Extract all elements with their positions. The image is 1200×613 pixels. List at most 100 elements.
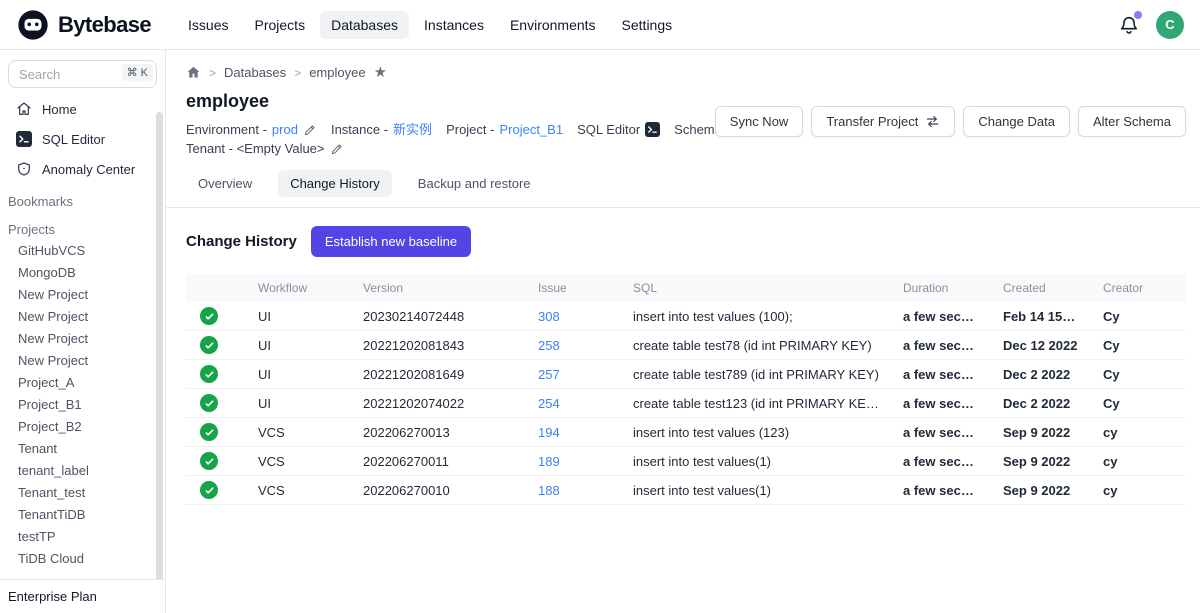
tab[interactable]: Change History bbox=[278, 170, 392, 197]
cell-created: Dec 2 2022 bbox=[991, 367, 1091, 382]
meta-environment: Environment - prod bbox=[186, 120, 317, 139]
project-link[interactable]: Project_B1 bbox=[499, 120, 563, 139]
cell-duration: a few seconds bbox=[891, 454, 991, 469]
cell-issue-link[interactable]: 257 bbox=[526, 367, 621, 382]
breadcrumb-databases[interactable]: Databases bbox=[224, 65, 286, 80]
cell-issue-link[interactable]: 254 bbox=[526, 396, 621, 411]
cell-duration: a few seconds bbox=[891, 309, 991, 324]
sidebar-project-item[interactable]: testTP bbox=[0, 526, 165, 548]
establish-baseline-button[interactable]: Establish new baseline bbox=[311, 226, 471, 257]
cell-sql: insert into test values(1) bbox=[621, 483, 891, 498]
sidebar-project-item[interactable]: MongoDB bbox=[0, 262, 165, 284]
sidebar-project-item[interactable]: Tenant bbox=[0, 438, 165, 460]
sidebar-item-home[interactable]: Home bbox=[0, 94, 165, 124]
favorite-star-icon[interactable]: ★ bbox=[374, 65, 387, 80]
column-sql: SQL bbox=[621, 281, 891, 295]
cell-sql: create table test789 (id int PRIMARY KEY… bbox=[621, 367, 891, 382]
breadcrumb-separator: > bbox=[209, 66, 216, 80]
success-check-icon bbox=[200, 481, 218, 499]
tab[interactable]: Backup and restore bbox=[406, 170, 543, 197]
cell-workflow: UI bbox=[246, 338, 351, 353]
sidebar-project-item[interactable]: New Project bbox=[0, 284, 165, 306]
sidebar-project-item[interactable]: New Project bbox=[0, 350, 165, 372]
cell-creator: Cy bbox=[1091, 367, 1186, 382]
table-row[interactable]: UI 20221202074022 254 create table test1… bbox=[186, 389, 1186, 418]
table-header-row: Workflow Version Issue SQL Duration Crea… bbox=[186, 274, 1186, 302]
sidebar-project-item[interactable]: TiDB Cloud bbox=[0, 548, 165, 570]
success-check-icon bbox=[200, 336, 218, 354]
sidebar-item-sql-editor[interactable]: SQL Editor bbox=[0, 124, 165, 154]
sidebar-projects-list: GitHubVCS MongoDB New Project New Projec… bbox=[0, 240, 165, 570]
sidebar-project-item[interactable]: TenantTiDB bbox=[0, 504, 165, 526]
sidebar-item-label: Home bbox=[42, 102, 77, 117]
table-row[interactable]: VCS 202206270011 189 insert into test va… bbox=[186, 447, 1186, 476]
cell-workflow: VCS bbox=[246, 454, 351, 469]
sidebar-project-item[interactable]: Project_A bbox=[0, 372, 165, 394]
top-bar: Bytebase Issues Projects Databases Insta… bbox=[0, 0, 1200, 50]
cell-sql: insert into test values (100); bbox=[621, 309, 891, 324]
table-row[interactable]: UI 20230214072448 308 insert into test v… bbox=[186, 302, 1186, 331]
alter-schema-button[interactable]: Alter Schema bbox=[1078, 106, 1186, 137]
transfer-arrows-icon bbox=[925, 114, 940, 129]
cell-version: 20221202081843 bbox=[351, 338, 526, 353]
top-nav-item[interactable]: Issues bbox=[177, 11, 239, 39]
breadcrumb-current[interactable]: employee bbox=[309, 65, 365, 80]
plan-badge[interactable]: Enterprise Plan bbox=[0, 579, 165, 613]
cell-workflow: VCS bbox=[246, 483, 351, 498]
top-nav-item[interactable]: Projects bbox=[244, 11, 317, 39]
success-check-icon bbox=[200, 423, 218, 441]
home-icon bbox=[16, 101, 32, 117]
meta-tenant: Tenant - <Empty Value> bbox=[186, 139, 344, 158]
breadcrumb-home-icon[interactable] bbox=[186, 65, 201, 80]
sidebar-item-anomaly-center[interactable]: Anomaly Center bbox=[0, 154, 165, 184]
sidebar-project-item[interactable]: GitHubVCS bbox=[0, 240, 165, 262]
table-row[interactable]: UI 20221202081649 257 create table test7… bbox=[186, 360, 1186, 389]
top-nav-item[interactable]: Databases bbox=[320, 11, 409, 39]
cell-workflow: UI bbox=[246, 367, 351, 382]
top-nav-item[interactable]: Instances bbox=[413, 11, 495, 39]
breadcrumb-separator: > bbox=[294, 66, 301, 80]
tab[interactable]: Overview bbox=[186, 170, 264, 197]
user-avatar[interactable]: C bbox=[1156, 11, 1184, 39]
edit-pen-icon[interactable] bbox=[303, 123, 317, 137]
sidebar-scrollbar[interactable] bbox=[156, 112, 163, 602]
sidebar-project-item[interactable]: New Project bbox=[0, 328, 165, 350]
column-creator: Creator bbox=[1091, 281, 1186, 295]
cell-duration: a few seconds bbox=[891, 483, 991, 498]
sidebar-project-item[interactable]: Project_B1 bbox=[0, 394, 165, 416]
change-history-table: Workflow Version Issue SQL Duration Crea… bbox=[186, 274, 1186, 505]
brand[interactable]: Bytebase bbox=[16, 8, 151, 42]
top-nav-item[interactable]: Settings bbox=[611, 11, 684, 39]
projects-section-label: Projects bbox=[0, 212, 165, 240]
cell-issue-link[interactable]: 194 bbox=[526, 425, 621, 440]
meta-project: Project - Project_B1 bbox=[446, 120, 563, 139]
change-data-button[interactable]: Change Data bbox=[963, 106, 1070, 137]
edit-pen-icon[interactable] bbox=[330, 142, 344, 156]
cell-created: Sep 9 2022 bbox=[991, 454, 1091, 469]
sidebar-project-item[interactable]: New Project bbox=[0, 306, 165, 328]
sidebar-project-item[interactable]: Tenant_test bbox=[0, 482, 165, 504]
top-nav-item[interactable]: Environments bbox=[499, 11, 607, 39]
table-row[interactable]: VCS 202206270013 194 insert into test va… bbox=[186, 418, 1186, 447]
table-row[interactable]: UI 20221202081843 258 create table test7… bbox=[186, 331, 1186, 360]
environment-link[interactable]: prod bbox=[272, 120, 298, 139]
cell-creator: Cy bbox=[1091, 396, 1186, 411]
breadcrumb: > Databases > employee ★ bbox=[166, 50, 1200, 80]
cell-issue-link[interactable]: 189 bbox=[526, 454, 621, 469]
instance-link[interactable]: 新实例 bbox=[393, 120, 432, 139]
table-row[interactable]: VCS 202206270010 188 insert into test va… bbox=[186, 476, 1186, 505]
cell-version: 20230214072448 bbox=[351, 309, 526, 324]
notifications-bell-icon[interactable] bbox=[1118, 14, 1140, 36]
column-created: Created bbox=[991, 281, 1091, 295]
top-navigation: Issues Projects Databases Instances Envi… bbox=[177, 11, 683, 39]
meta-sql-editor-link[interactable]: SQL Editor bbox=[577, 120, 660, 139]
cell-issue-link[interactable]: 308 bbox=[526, 309, 621, 324]
cell-duration: a few seconds bbox=[891, 396, 991, 411]
sync-now-button[interactable]: Sync Now bbox=[715, 106, 804, 137]
transfer-project-button[interactable]: Transfer Project bbox=[811, 106, 955, 137]
sidebar-project-item[interactable]: tenant_label bbox=[0, 460, 165, 482]
cell-issue-link[interactable]: 188 bbox=[526, 483, 621, 498]
cell-version: 20221202074022 bbox=[351, 396, 526, 411]
cell-issue-link[interactable]: 258 bbox=[526, 338, 621, 353]
sidebar-project-item[interactable]: Project_B2 bbox=[0, 416, 165, 438]
